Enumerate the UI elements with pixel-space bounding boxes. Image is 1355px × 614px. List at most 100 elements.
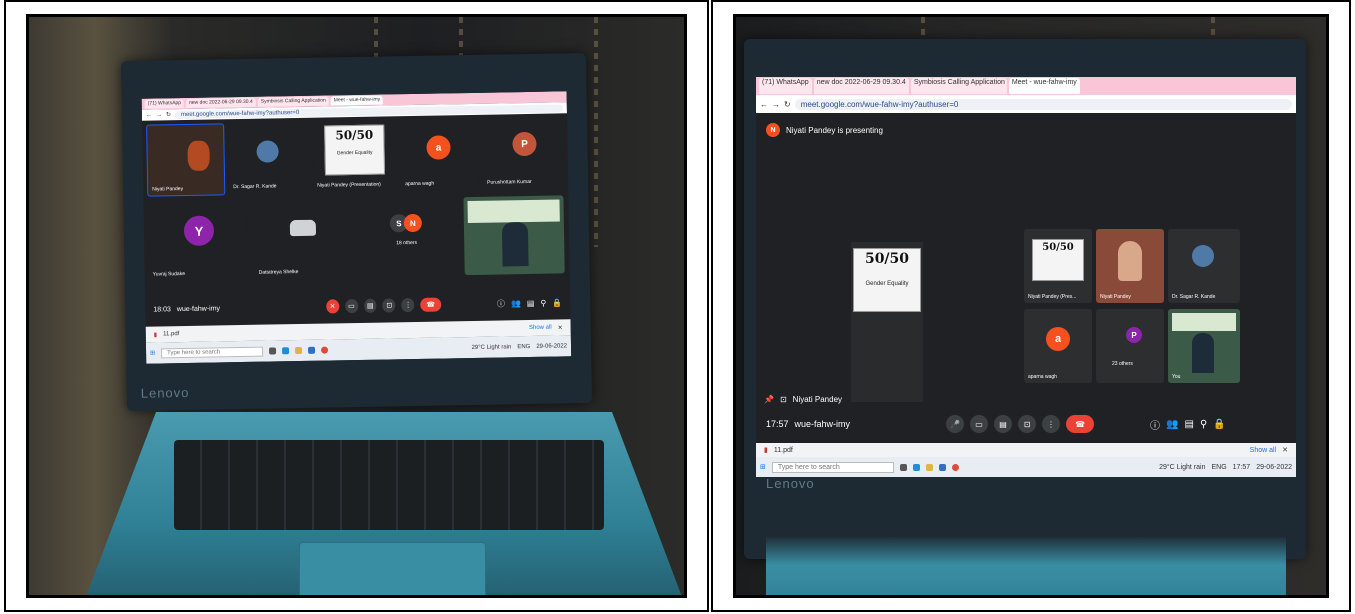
self-label-row: 📌 ⊡ Niyati Pandey (764, 395, 842, 404)
camera-icon[interactable]: ▭ (344, 298, 358, 314)
language[interactable]: ENG (517, 343, 530, 349)
tile-aparna[interactable]: a aparna wagh (1024, 309, 1092, 383)
info-icon[interactable]: ⓘ (1150, 417, 1160, 432)
meet-controls: 18:03 wue-fahw-imy ✕ ▭ ▤ ⊡ ⋮ ☎ ⓘ 👥 ▤ ⚲ 🔒 (145, 291, 570, 320)
windows-start-icon[interactable]: ⊞ (150, 350, 155, 357)
edge-icon[interactable] (912, 463, 920, 471)
lenovo-logo: Lenovo (140, 384, 190, 401)
tab-meet[interactable]: Meet - wue-fahw-imy (1008, 78, 1080, 94)
tab-new-doc[interactable]: new doc 2022-06-29 09.30.4 (813, 78, 909, 94)
close-icon[interactable]: ✕ (558, 324, 563, 331)
self-video (187, 140, 210, 171)
left-photo-border: (71) WhatsApp new doc 2022-06-29 09.30.4… (26, 14, 687, 598)
chrome-icon[interactable] (321, 346, 329, 354)
download-file[interactable]: 11.pdf (774, 447, 793, 454)
avatar-aparna: a (426, 135, 451, 160)
tile-sagar[interactable]: Dr. Sagar R. Kande (228, 121, 310, 194)
download-file[interactable]: 11.pdf (163, 331, 179, 337)
left-photo-frame: (71) WhatsApp new doc 2022-06-29 09.30.4… (4, 0, 709, 612)
store-icon[interactable] (938, 463, 946, 471)
tile-others[interactable]: P 23 others (1096, 309, 1164, 383)
presenting-text: Niyati Pandey is presenting (786, 125, 883, 135)
tab-new-doc[interactable]: new doc 2022-06-29 09.30.4 (186, 97, 256, 108)
presenter-avatar: N (766, 123, 780, 137)
taskview-icon[interactable] (899, 463, 907, 471)
more-icon[interactable]: ⋮ (1042, 415, 1061, 433)
tab-symbiosis[interactable]: Symbiosis Calling Application (910, 78, 1007, 94)
banner-image (1172, 313, 1236, 331)
weather[interactable]: 29°C Light rain (1159, 464, 1205, 471)
tile-video-feed[interactable] (463, 195, 565, 276)
present-icon[interactable]: ⊡ (382, 298, 396, 313)
chat-icon[interactable]: ▤ (1185, 419, 1194, 430)
pin-icon[interactable]: 📌 (764, 395, 774, 404)
tile-name: Niyati Pandey (Presentation) (317, 181, 381, 189)
slide-thumbnail: 50/50 Gender Equality (324, 124, 386, 176)
weather[interactable]: 29°C Light rain (471, 344, 511, 351)
chrome-icon[interactable] (951, 463, 959, 471)
chat-icon[interactable]: ▤ (527, 298, 535, 307)
slide-logo: 50/50 (335, 127, 374, 143)
present-icon[interactable]: ⊡ (1018, 415, 1037, 433)
tab-whatsapp[interactable]: (71) WhatsApp (144, 98, 185, 109)
url-field[interactable]: meet.google.com/wue-fahw-imy?authuser=0 (794, 98, 1292, 110)
info-icon[interactable]: ⓘ (497, 298, 505, 309)
address-bar: ← → ↻ meet.google.com/wue-fahw-imy?authu… (756, 95, 1296, 113)
people-icon[interactable]: 👥 (511, 299, 521, 308)
tile-others[interactable]: S N 18 others (359, 197, 461, 277)
store-icon[interactable] (308, 346, 316, 354)
slide-thumbnail: 50/50 (1032, 239, 1084, 281)
leave-call-icon[interactable]: ☎ (420, 297, 442, 312)
reload-icon[interactable]: ↻ (166, 111, 171, 118)
leave-call-icon[interactable]: ☎ (1066, 415, 1095, 433)
more-icon[interactable]: ⋮ (401, 297, 415, 313)
taskbar-search[interactable]: Type here to search (771, 461, 894, 473)
tab-symbiosis[interactable]: Symbiosis Calling Application (257, 96, 329, 107)
reload-icon[interactable]: ↻ (784, 100, 791, 109)
explorer-icon[interactable] (925, 463, 933, 471)
show-all-link[interactable]: Show all (1250, 447, 1276, 454)
tile-name: aparna wagh (405, 180, 435, 188)
captions-icon[interactable]: ▤ (994, 415, 1013, 433)
tile-you[interactable]: You (1168, 309, 1240, 383)
close-icon[interactable]: ✕ (1282, 446, 1288, 454)
tile-purushottam[interactable]: P Purushottam Kumar (482, 117, 566, 189)
laptop-screen: (71) WhatsApp new doc 2022-06-29 09.30.4… (756, 77, 1296, 477)
activities-icon[interactable]: ⚲ (1200, 419, 1207, 430)
tile-yuvraj[interactable]: Y Yuvraj Sudake (147, 200, 249, 281)
show-all-link[interactable]: Show all (529, 325, 552, 331)
back-icon[interactable]: ← (760, 100, 768, 109)
date: 29-06-2022 (536, 342, 568, 350)
edge-icon[interactable] (282, 347, 290, 355)
tile-self[interactable]: Niyati Pandey (146, 123, 226, 197)
forward-icon[interactable]: → (156, 112, 162, 118)
tile-niyati[interactable]: Niyati Pandey (1096, 229, 1164, 303)
tile-presentation[interactable]: 50/50 Niyati Pandey (Pres... (1024, 229, 1092, 303)
tile-sagar[interactable]: Dr. Sagar R. Kande (1168, 229, 1240, 303)
explorer-icon[interactable] (295, 346, 303, 355)
forward-icon[interactable]: → (772, 100, 780, 109)
tile-dattatreya[interactable]: Dattatreya Shelke (253, 199, 355, 279)
host-controls-icon[interactable]: 🔒 (552, 298, 562, 307)
mic-off-icon[interactable]: ✕ (325, 299, 340, 314)
host-controls-icon[interactable]: 🔒 (1213, 419, 1225, 430)
windows-start-icon[interactable]: ⊞ (760, 463, 766, 471)
activities-icon[interactable]: ⚲ (540, 298, 546, 307)
slide-caption: Gender Equality (865, 281, 909, 287)
meeting-code: wue-fahw-imy (176, 304, 221, 313)
camera-icon[interactable]: ▭ (970, 415, 989, 433)
people-icon[interactable]: 👥 (1166, 419, 1178, 430)
present-icon[interactable]: ⊡ (780, 395, 787, 404)
language[interactable]: ENG (1211, 464, 1226, 471)
presentation-area: 50/50 Gender Equality (851, 242, 923, 402)
avatar-yuvraj: Y (183, 215, 215, 247)
captions-icon[interactable]: ▤ (363, 298, 377, 313)
back-icon[interactable]: ← (146, 112, 152, 118)
tab-meet[interactable]: Meet - wue-fahw-imy (330, 95, 384, 106)
tile-aparna[interactable]: a aparna wagh (400, 118, 480, 191)
mic-icon[interactable]: 🎤 (946, 415, 965, 433)
tile-presentation[interactable]: 50/50 Gender Equality Niyati Pandey (Pre… (312, 120, 398, 192)
taskbar-search[interactable]: Type here to search (161, 346, 264, 358)
taskview-icon[interactable] (269, 347, 277, 355)
tab-whatsapp[interactable]: (71) WhatsApp (759, 78, 812, 94)
